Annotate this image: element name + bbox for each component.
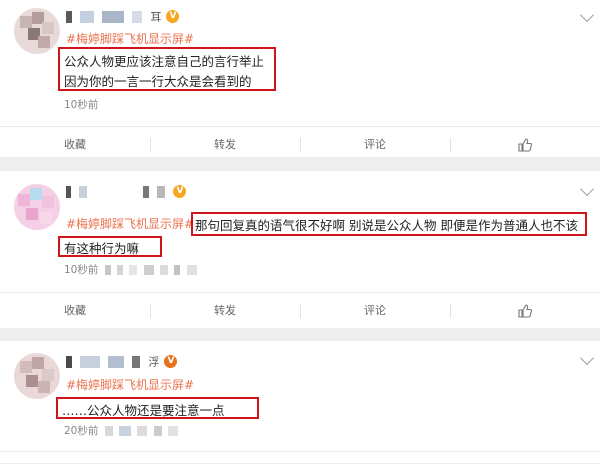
timestamp: 20秒前 [64,423,179,438]
verified-badge-icon: V [166,10,180,23]
username[interactable]: 耳 V [66,6,180,24]
chevron-down-icon[interactable] [579,350,595,366]
like-button[interactable] [450,293,600,329]
action-bar: 收藏 转发 评论 [0,292,600,329]
timestamp: 10秒前 [64,99,99,111]
weibo-comment-3: 浮 V #梅婷脚踩飞机显示屏# ……公众人物还是要注意一点 20秒前 [0,341,600,463]
action-bar [0,451,600,464]
chevron-down-icon[interactable] [579,7,595,23]
thumbs-up-icon [518,138,532,152]
favorite-button[interactable]: 收藏 [0,127,150,163]
comment-button[interactable]: 评论 [300,127,450,163]
avatar[interactable] [14,353,60,399]
chevron-down-icon[interactable] [579,181,595,197]
comment-text-line-2: 因为你的一言一行大众是会看到的 [64,74,252,89]
hashtag-link[interactable]: #梅婷脚踩飞机显示屏# [66,215,194,232]
comment-text-line-1: 那句回复真的语气很不好啊 别说是公众人物 即便是作为普通人也不该 [195,218,578,233]
action-bar: 收藏 转发 评论 [0,126,600,163]
comment-text-line-1: ……公众人物还是要注意一点 [62,403,225,418]
hashtag-link[interactable]: #梅婷脚踩飞机显示屏# [66,30,194,47]
timestamp: 10秒前 [64,262,197,277]
comment-text-line-1: 公众人物更应该注意自己的言行举止 [64,54,265,69]
favorite-button[interactable]: 收藏 [0,293,150,329]
weibo-comment-1: 耳 V #梅婷脚踩飞机显示屏# 公众人物更应该注意自己的言行举止 因为你的一言一… [0,0,600,157]
comment-button[interactable]: 评论 [300,293,450,329]
repost-button[interactable]: 转发 [150,127,300,163]
username[interactable]: V [66,181,187,198]
comment-text-line-2: 有这种行为嘛 [64,241,140,256]
verified-badge-icon: V [173,185,187,198]
repost-button[interactable]: 转发 [150,293,300,329]
weibo-comment-2: V #梅婷脚踩飞机显示屏# 那句回复真的语气很不好啊 别说是公众人物 即便是作为… [0,171,600,328]
like-button[interactable] [450,127,600,163]
username-suffix: 浮 [148,355,160,369]
thumbs-up-icon [518,304,532,318]
verified-badge-icon: V [164,355,178,368]
username[interactable]: 浮 V [66,351,178,369]
hashtag-link[interactable]: #梅婷脚踩飞机显示屏# [66,376,194,393]
avatar[interactable] [14,8,60,54]
avatar[interactable] [14,184,60,230]
username-suffix: 耳 [150,10,162,24]
